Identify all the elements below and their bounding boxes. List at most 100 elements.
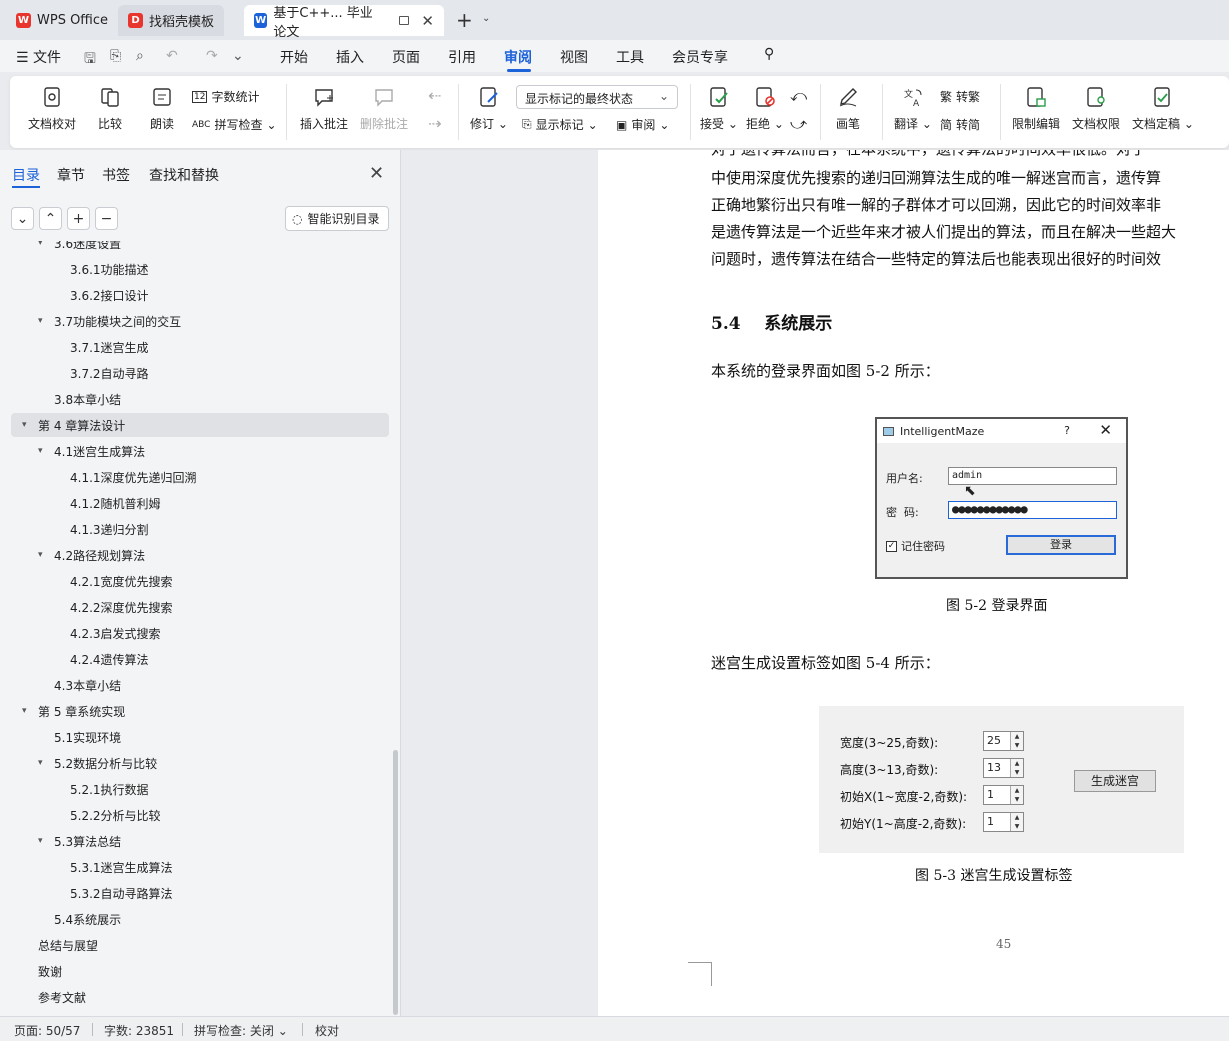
toc-item[interactable]: 总结与展望 <box>22 933 98 957</box>
toc-scrollbar[interactable] <box>393 750 398 1015</box>
expand-arrow-icon[interactable]: ▾ <box>22 420 38 430</box>
remove-heading-button[interactable]: − <box>95 207 118 230</box>
toc-item[interactable]: 5.1实现环境 <box>38 725 121 749</box>
doc-finalize-button[interactable]: 文档定稿 ⌄ <box>1132 86 1194 132</box>
toc-item[interactable]: 3.7.1迷宫生成 <box>54 335 149 359</box>
save-icon[interactable]: 🖫 <box>84 48 96 72</box>
close-tab-icon[interactable]: ✕ <box>421 12 434 30</box>
menu-review[interactable]: 审阅 <box>504 47 532 67</box>
toc-item[interactable]: 致谢 <box>22 959 62 983</box>
toc-item[interactable]: ▾ 3.6迷度设置 <box>38 241 121 255</box>
toc-item[interactable]: 3.6.1功能描述 <box>54 257 149 281</box>
chevron-down-icon[interactable]: ⌄ <box>232 48 244 64</box>
toc-item[interactable]: 5.3.2自动寻路算法 <box>54 881 173 905</box>
chevron-down-icon[interactable]: ⌄ <box>482 13 490 24</box>
pen-button[interactable]: 画笔 <box>836 86 860 132</box>
expand-arrow-icon[interactable]: ▾ <box>38 446 54 456</box>
previous-comment-icon[interactable]: ⇠ <box>428 86 441 105</box>
window-mode-icon[interactable] <box>399 16 410 25</box>
toc-item[interactable]: 4.2.3启发式搜索 <box>54 621 161 645</box>
file-menu[interactable]: ☰ 文件 <box>16 47 61 67</box>
track-changes-button[interactable]: 修订 ⌄ <box>470 86 508 132</box>
translate-button[interactable]: 文A 翻译 ⌄ <box>894 86 932 132</box>
menu-insert[interactable]: 插入 <box>336 47 364 67</box>
toc-item[interactable]: ▾ 第 5 章系统实现 <box>22 699 125 723</box>
previous-change-icon[interactable]: ⤺ <box>790 86 807 106</box>
toc-item[interactable]: 参考文献 <box>22 985 86 1009</box>
tab-bookmarks[interactable]: 书签 <box>102 165 130 185</box>
markup-state-dropdown[interactable]: 显示标记的最终状态 ⌄ <box>516 85 678 109</box>
toc-item[interactable]: 3.6.2接口设计 <box>54 283 149 307</box>
insert-comment-button[interactable]: 插入批注 <box>300 86 348 132</box>
expand-arrow-icon[interactable]: ▾ <box>38 241 54 248</box>
print-preview-icon[interactable]: ⌕ <box>136 48 144 64</box>
toc-item[interactable]: 4.2.2深度优先搜索 <box>54 595 173 619</box>
new-tab-icon[interactable]: + <box>456 8 473 32</box>
smart-toc-button[interactable]: ◌ 智能识别目录 <box>285 206 389 231</box>
toc-item[interactable]: 4.2.1宽度优先搜索 <box>54 569 173 593</box>
accept-button[interactable]: 接受 ⌄ <box>700 86 738 132</box>
restrict-edit-button[interactable]: 限制编辑 <box>1012 86 1060 132</box>
show-markup-button[interactable]: ⎘ 显示标记 ⌄ <box>522 116 598 133</box>
toc-item[interactable]: 4.1.3递归分割 <box>54 517 149 541</box>
toc-item[interactable]: ▾ 第 4 章算法设计 <box>11 413 389 437</box>
spell-check-status[interactable]: 拼写检查: 关闭 ⌄ <box>194 1022 288 1039</box>
toc-item[interactable]: ▾ 5.3算法总结 <box>38 829 121 853</box>
expand-arrow-icon[interactable]: ▾ <box>38 758 54 768</box>
search-icon[interactable]: ⚲ <box>764 46 774 62</box>
expand-arrow-icon[interactable]: ▾ <box>38 550 54 560</box>
delete-comment-button[interactable]: 删除批注 <box>360 86 408 132</box>
toc-item[interactable]: ▾ 4.1迷宫生成算法 <box>38 439 145 463</box>
tab-chapters[interactable]: 章节 <box>57 165 85 185</box>
word-count-button[interactable]: 12 字数统计 <box>192 88 259 105</box>
toc-item[interactable]: 4.1.1深度优先递归回溯 <box>54 465 197 489</box>
toc-item[interactable]: ▾ 3.7功能模块之间的交互 <box>38 309 181 333</box>
doc-proof-button[interactable]: 文档校对 <box>28 86 76 132</box>
toc-item[interactable]: 5.3.1迷宫生成算法 <box>54 855 173 879</box>
toc-item[interactable]: 4.3本章小结 <box>38 673 121 697</box>
redo-icon[interactable]: ↷ <box>206 48 218 64</box>
doc-permission-button[interactable]: 文档权限 <box>1072 86 1120 132</box>
export-icon[interactable]: ⎘ <box>110 48 121 64</box>
menu-view[interactable]: 视图 <box>560 47 588 67</box>
to-simplified-button[interactable]: 简 转简 <box>940 116 980 133</box>
next-change-icon[interactable]: ⤻ <box>790 114 807 134</box>
page-indicator[interactable]: 页面: 50/57 <box>14 1022 80 1039</box>
toc-item[interactable]: 4.2.4遗传算法 <box>54 647 149 671</box>
word-count-indicator[interactable]: 字数: 23851 <box>104 1022 174 1039</box>
to-traditional-button[interactable]: 繁 转繁 <box>940 88 980 105</box>
toc-item[interactable]: 5.4系统展示 <box>38 907 121 931</box>
menu-start[interactable]: 开始 <box>280 47 308 67</box>
toc-item[interactable]: ▾ 5.2数据分析与比较 <box>38 751 157 775</box>
next-comment-icon[interactable]: ⇢ <box>428 114 441 133</box>
menu-page[interactable]: 页面 <box>392 47 420 67</box>
compare-button[interactable]: 比较 <box>98 86 122 132</box>
tab-wps-office[interactable]: W WPS Office <box>6 5 118 36</box>
expand-arrow-icon[interactable]: ▾ <box>38 836 54 846</box>
menu-tools[interactable]: 工具 <box>616 47 644 67</box>
toc-item[interactable]: 5.2.2分析与比较 <box>54 803 161 827</box>
document-page[interactable]: 对于遗传算法而言，在本系统中，遗传算法的时间效率很低。对于 中使用深度优先搜索的… <box>598 150 1229 1016</box>
tab-find-replace[interactable]: 查找和替换 <box>149 165 219 185</box>
toc-item[interactable]: 4.1.2随机普利姆 <box>54 491 161 515</box>
spell-check-button[interactable]: ABC 拼写检查 ⌄ <box>192 116 277 133</box>
tab-thesis-document[interactable]: W 基于C++... 毕业论文 ✕ <box>244 5 444 40</box>
toc-item[interactable]: 5.2.1执行数据 <box>54 777 149 801</box>
expand-up-button[interactable]: ⌃ <box>39 207 62 230</box>
toc-item[interactable]: ▾ 4.2路径规划算法 <box>38 543 145 567</box>
tab-docer-templates[interactable]: D 找稻壳模板 <box>118 5 225 36</box>
add-heading-button[interactable]: + <box>67 207 90 230</box>
menu-member[interactable]: 会员专享 <box>672 47 728 67</box>
toc-item[interactable]: 3.7.2自动寻路 <box>54 361 149 385</box>
read-aloud-button[interactable]: 朗读 <box>150 86 174 132</box>
expand-arrow-icon[interactable]: ▾ <box>22 706 38 716</box>
review-pane-button[interactable]: ▣ 审阅 ⌄ <box>616 116 669 133</box>
proofread-status[interactable]: 校对 <box>315 1022 339 1039</box>
tab-toc[interactable]: 目录 <box>12 165 40 185</box>
toc-item[interactable]: 3.8本章小结 <box>38 387 121 411</box>
menu-references[interactable]: 引用 <box>448 47 476 67</box>
undo-icon[interactable]: ↶ <box>166 48 178 64</box>
reject-button[interactable]: 拒绝 ⌄ <box>746 86 784 132</box>
collapse-all-button[interactable]: ⌄ <box>11 207 34 230</box>
expand-arrow-icon[interactable]: ▾ <box>38 316 54 326</box>
